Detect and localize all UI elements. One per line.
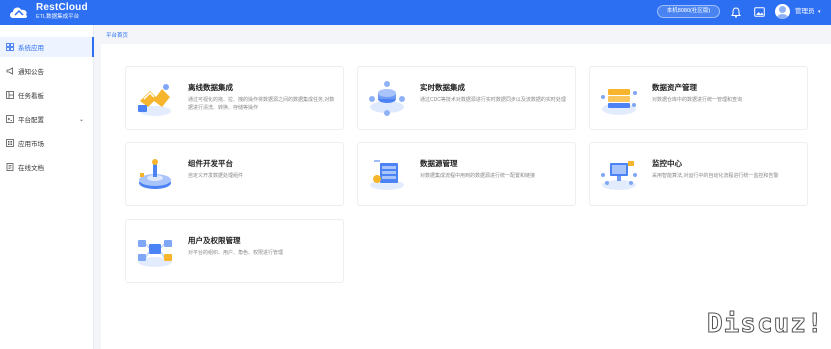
sidebar: 系统应用 通知公告 任务看板 平台配置 ⌄ 应用市场 在线文档: [0, 25, 94, 349]
chevron-down-icon[interactable]: ⌄: [79, 116, 84, 123]
environment-button[interactable]: 本机8080(社区版): [657, 5, 720, 18]
card-title: 数据资产管理: [652, 83, 697, 92]
image-icon[interactable]: [753, 6, 765, 18]
card-title: 数据源管理: [420, 159, 458, 168]
sidebar-item-label: 任务看板: [18, 93, 44, 100]
sidebar-item-online-docs[interactable]: 在线文档: [0, 157, 94, 177]
document-icon: [6, 163, 14, 171]
card-datasource[interactable]: 数据源管理 对数据集成流程中用到的数据源进行统一配置和链接: [357, 142, 576, 206]
sidebar-item-label: 在线文档: [18, 165, 44, 172]
card-title: 用户及权限管理: [188, 236, 241, 245]
sidebar-item-label: 应用市场: [18, 141, 44, 148]
card-user-permission[interactable]: 用户及权限管理 对平台的组织、用户、角色、权限进行管理: [125, 219, 344, 283]
sidebar-item-label: 平台配置: [18, 117, 44, 124]
settings-panel-icon: [6, 115, 14, 123]
card-description: 通过CDC等技术对数据源进行实时数据同步以及流数据的实时处理: [420, 97, 566, 103]
sidebar-item-platform-config[interactable]: 平台配置 ⌄: [0, 109, 94, 129]
card-component-dev[interactable]: 组件开发平台 自定义开发数据处理组件: [125, 142, 344, 206]
card-title: 实时数据集成: [420, 83, 465, 92]
card-description: 采用智能算法,对运行中的自动化流程进行统一监控和告警: [652, 173, 779, 179]
user-permission-icon: [134, 230, 176, 272]
sidebar-item-notices[interactable]: 通知公告: [0, 61, 94, 81]
data-asset-icon: [598, 77, 640, 119]
card-description: 对平台的组织、用户、角色、权限进行管理: [188, 250, 284, 256]
board-icon: [6, 91, 14, 99]
store-icon: [6, 139, 14, 147]
sidebar-item-task-board[interactable]: 任务看板: [0, 85, 94, 105]
card-title: 监控中心: [652, 159, 682, 168]
realtime-integration-icon: [366, 77, 408, 119]
card-description: 自定义开发数据处理组件: [188, 173, 244, 179]
component-dev-icon: [134, 153, 176, 195]
caret-down-icon[interactable]: ▾: [818, 7, 821, 17]
watermark: Discuz!: [707, 309, 824, 340]
monitor-icon: [598, 153, 640, 195]
sidebar-item-label: 系统应用: [18, 45, 44, 52]
user-name[interactable]: 管理员: [795, 6, 815, 18]
card-data-asset[interactable]: 数据资产管理 对数据仓库中的数据进行统一管理和查询: [589, 66, 808, 130]
brand-name: RestCloud: [36, 2, 88, 13]
avatar[interactable]: [775, 4, 790, 19]
card-realtime-integration[interactable]: 实时数据集成 通过CDC等技术对数据源进行实时数据同步以及流数据的实时处理: [357, 66, 576, 130]
top-header: RestCloud ETL数据集成平台 本机8080(社区版) 管理员 ▾: [0, 0, 831, 25]
card-monitor[interactable]: 监控中心 采用智能算法,对运行中的自动化流程进行统一监控和告警: [589, 142, 808, 206]
card-description: 对数据仓库中的数据进行统一管理和查询: [652, 97, 743, 103]
card-offline-integration[interactable]: 离线数据集成 通过可视化的拖、拉、拽的操作将数据源之间的数据集成任务,对数据进行…: [125, 66, 344, 130]
card-title: 离线数据集成: [188, 83, 233, 92]
breadcrumb[interactable]: 平台首页: [106, 31, 128, 39]
cloud-logo-icon: [8, 3, 30, 21]
bell-icon[interactable]: [730, 6, 742, 18]
grid-icon: [6, 43, 14, 51]
brand-logo[interactable]: RestCloud ETL数据集成平台: [8, 3, 88, 21]
card-description: 通过可视化的拖、拉、拽的操作将数据源之间的数据集成任务,对数据进行清洗、转换、存…: [188, 97, 335, 111]
card-title: 组件开发平台: [188, 159, 233, 168]
megaphone-icon: [6, 67, 14, 75]
offline-integration-icon: [134, 77, 176, 119]
breadcrumb-bar: [95, 25, 831, 43]
card-description: 对数据集成流程中用到的数据源进行统一配置和链接: [420, 173, 536, 179]
sidebar-item-system-apps[interactable]: 系统应用: [0, 37, 94, 57]
sidebar-item-label: 通知公告: [18, 69, 44, 76]
datasource-icon: [366, 153, 408, 195]
brand-subtitle: ETL数据集成平台: [36, 14, 80, 20]
sidebar-item-app-market[interactable]: 应用市场: [0, 133, 94, 153]
